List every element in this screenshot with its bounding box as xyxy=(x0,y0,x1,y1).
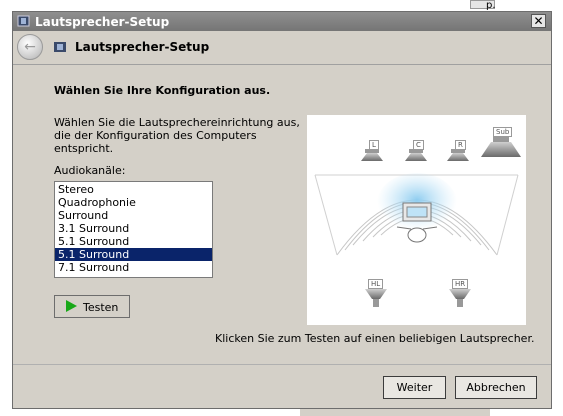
speaker-left-icon xyxy=(361,149,383,161)
close-button[interactable]: ✕ xyxy=(531,14,546,28)
background-text: p. xyxy=(486,0,496,11)
list-item[interactable]: Quadrophonie xyxy=(55,196,212,209)
speaker-rear-right-label: HR xyxy=(452,279,469,289)
audio-channels-label: Audiokanäle: xyxy=(54,164,126,177)
title-bar[interactable]: Lautsprecher-Setup ✕ xyxy=(13,12,551,31)
listener-icon xyxy=(407,227,427,243)
footer-divider xyxy=(13,364,551,365)
speaker-diagram[interactable]: L C R Sub HL HR xyxy=(307,115,526,325)
list-item[interactable]: 5.1 Surround xyxy=(55,248,212,261)
cancel-button[interactable]: Abbrechen xyxy=(455,376,537,399)
speaker-app-icon xyxy=(17,15,30,27)
subwoofer-label: Sub xyxy=(493,127,513,137)
speaker-setup-window: Lautsprecher-Setup ✕ ← Lautsprecher-Setu… xyxy=(12,11,552,409)
navigation-bar: ← Lautsprecher-Setup xyxy=(13,31,551,64)
window-title: Lautsprecher-Setup xyxy=(35,15,170,29)
back-button[interactable]: ← xyxy=(17,34,43,60)
audio-channels-list[interactable]: Stereo Quadrophonie Surround 3.1 Surroun… xyxy=(54,181,213,278)
section-heading: Wählen Sie Ihre Konfiguration aus. xyxy=(54,84,271,97)
speaker-center-icon xyxy=(405,149,427,161)
test-hint-text: Klicken Sie zum Testen auf einen beliebi… xyxy=(215,332,535,345)
speaker-rear-left-icon xyxy=(365,289,387,307)
instructions-text: Wählen Sie die Lautsprechereinrichtung a… xyxy=(54,116,300,155)
speaker-rear-right-icon xyxy=(449,289,471,307)
list-item[interactable]: Stereo xyxy=(55,183,212,196)
speaker-center-label: C xyxy=(413,140,424,150)
test-button-label: Testen xyxy=(83,301,119,314)
speaker-icon xyxy=(54,42,66,52)
speaker-right-icon xyxy=(447,149,469,161)
speaker-left-label: L xyxy=(369,140,379,150)
page-title: Lautsprecher-Setup xyxy=(75,40,210,54)
play-icon xyxy=(66,300,77,312)
list-item[interactable]: Surround xyxy=(55,209,212,222)
speaker-rear-left-label: HL xyxy=(368,279,384,289)
list-item[interactable]: 5.1 Surround xyxy=(55,235,212,248)
test-button[interactable]: Testen xyxy=(54,295,130,318)
speaker-right-label: R xyxy=(455,140,466,150)
list-item[interactable]: 7.1 Surround xyxy=(55,261,212,274)
background-right xyxy=(552,0,563,415)
subwoofer-icon xyxy=(481,137,521,157)
header-divider xyxy=(13,64,551,65)
next-button[interactable]: Weiter xyxy=(383,376,446,399)
list-item[interactable]: 3.1 Surround xyxy=(55,222,212,235)
